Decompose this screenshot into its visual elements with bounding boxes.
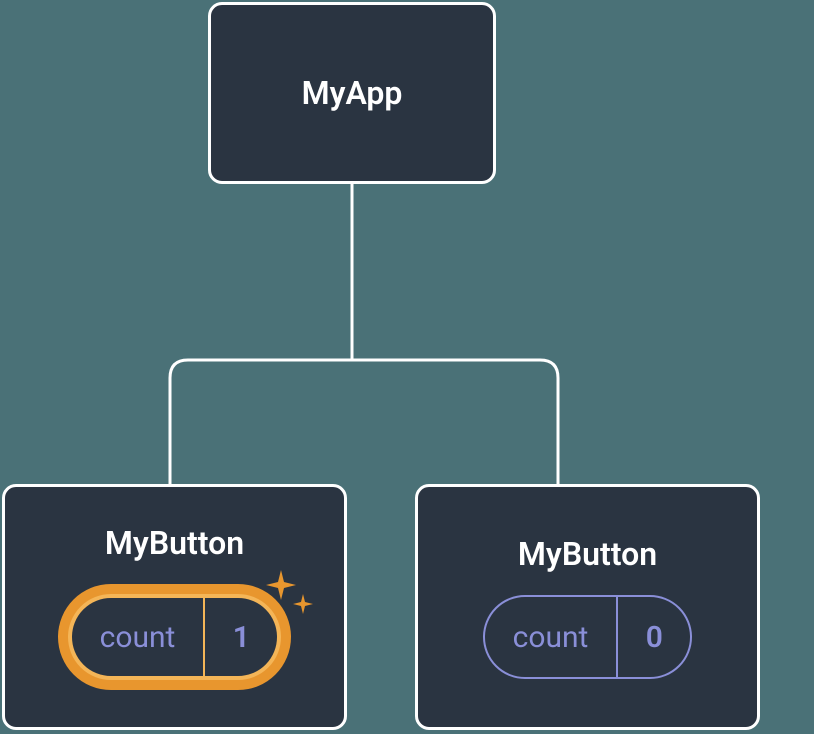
- child-node-right: MyButton count 0: [415, 484, 760, 730]
- root-node-myapp: MyApp: [208, 2, 496, 184]
- state-pill-highlighted: count 1: [58, 584, 292, 690]
- state-value: 0: [618, 597, 690, 677]
- child-node-left: MyButton count 1: [2, 484, 347, 730]
- sparkle-icon: [261, 566, 319, 624]
- state-pill-plain: count 0: [483, 595, 693, 679]
- child-node-left-title: MyButton: [105, 524, 244, 562]
- root-node-title: MyApp: [302, 74, 403, 112]
- state-label: count: [485, 597, 619, 677]
- child-node-right-title: MyButton: [518, 535, 657, 573]
- state-label: count: [72, 598, 206, 676]
